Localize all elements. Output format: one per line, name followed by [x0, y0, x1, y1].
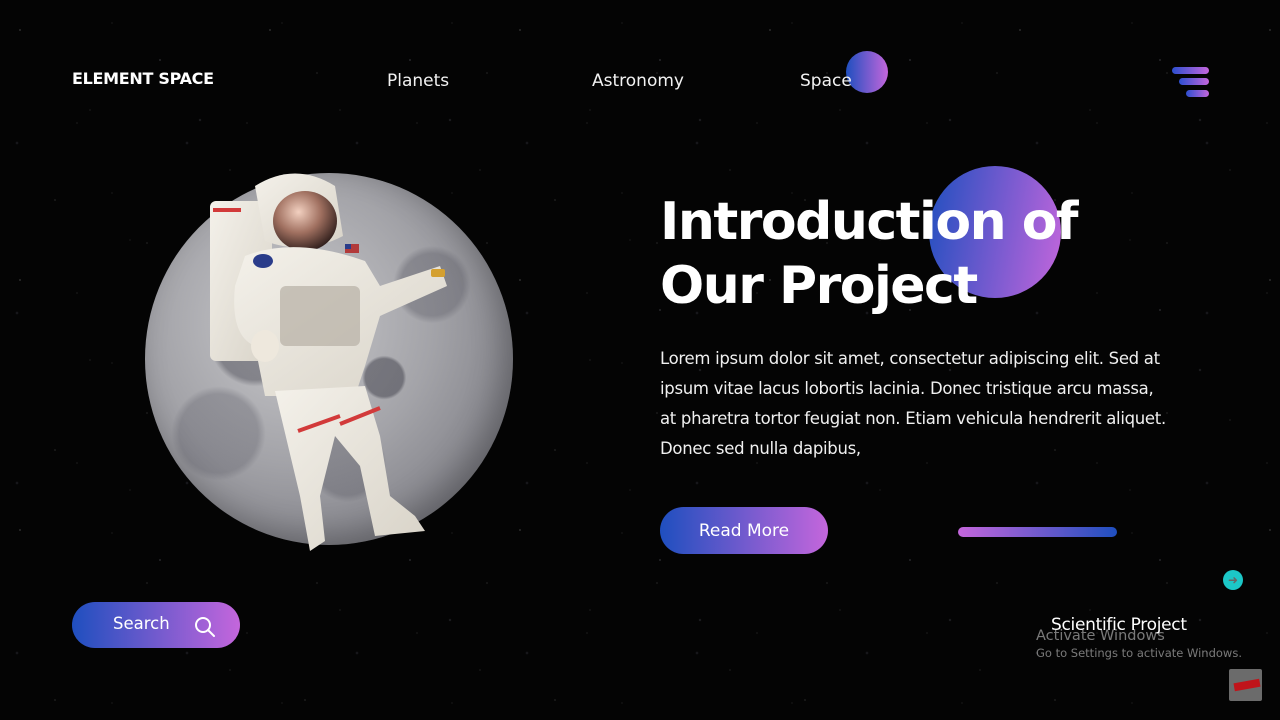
menu-bar	[1179, 78, 1209, 85]
search-icon	[195, 617, 215, 637]
brand-logo[interactable]: ELEMENT SPACE	[72, 69, 214, 88]
menu-bar	[1172, 67, 1209, 74]
hero-title-line: Introduction of	[660, 192, 1079, 252]
activate-subtitle: Go to Settings to activate Windows.	[1036, 646, 1242, 660]
footer-label: Scientific Project	[1051, 615, 1187, 635]
search-button[interactable]: Search	[72, 602, 240, 648]
nav-item-space[interactable]: Space	[800, 71, 852, 91]
helmet-visor	[273, 191, 337, 251]
astronaut-image	[210, 173, 447, 551]
read-more-button[interactable]: Read More	[660, 507, 828, 554]
search-button-label: Search	[113, 614, 170, 633]
hero-paragraph: Lorem ipsum dolor sit amet, consectetur …	[660, 349, 1166, 458]
hero-title: Introduction of Our Project	[660, 190, 1180, 318]
menu-bar	[1186, 90, 1209, 97]
hero-title-line: Our Project	[660, 256, 978, 316]
nav-item-planets[interactable]: Planets	[387, 71, 449, 91]
scroll-button[interactable]: ➜	[1223, 570, 1243, 590]
decorative-orb-small	[846, 51, 888, 93]
nav-item-astronomy[interactable]: Astronomy	[592, 71, 684, 91]
decorative-accent-bar	[958, 527, 1117, 537]
keyboard-thumbnail-image[interactable]	[1229, 669, 1262, 701]
red-key-shape	[1233, 678, 1261, 692]
arrow-right-icon: ➜	[1227, 573, 1239, 587]
hamburger-menu-icon[interactable]	[1171, 65, 1209, 99]
